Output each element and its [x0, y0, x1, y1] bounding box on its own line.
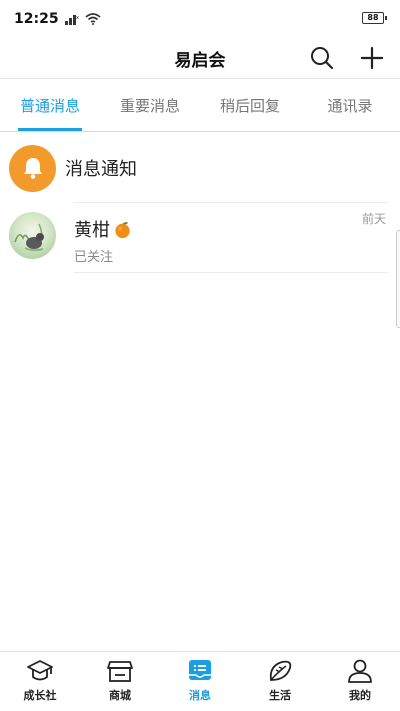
- chat-list-item[interactable]: 黄柑 已关注 前天: [0, 206, 400, 270]
- status-time: 12:25: [14, 11, 59, 27]
- message-tabs: 普通消息 重要消息 稍后回复 通讯录: [0, 78, 400, 132]
- screen: 12:25 x 88 易启会 普通消息 重要消息 稍后回复 通讯录 消息通知 黄…: [0, 0, 400, 711]
- tab-reply-later[interactable]: 稍后回复: [200, 79, 300, 131]
- svg-text:x: x: [76, 15, 79, 21]
- chat-name: 黄柑: [74, 216, 132, 242]
- avatar: [9, 212, 56, 259]
- graduation-cap-icon: [27, 660, 53, 681]
- nav-label: 成长社: [23, 689, 57, 702]
- nav-item-mall[interactable]: 商城: [80, 652, 160, 711]
- orange-icon: [115, 221, 130, 238]
- plus-icon[interactable]: [356, 42, 388, 74]
- chat-timestamp: 前天: [361, 212, 386, 226]
- user-icon: [348, 659, 372, 683]
- nav-label: 商城: [109, 689, 131, 702]
- notification-label: 消息通知: [65, 159, 137, 180]
- chat-status: 已关注: [74, 250, 114, 265]
- nav-item-messages[interactable]: 消息: [160, 652, 240, 711]
- tab-important-messages[interactable]: 重要消息: [100, 79, 200, 131]
- nav-label: 消息: [189, 689, 211, 702]
- nav-item-growth[interactable]: 成长社: [0, 652, 80, 711]
- wifi-icon: [85, 13, 101, 25]
- tab-contacts[interactable]: 通讯录: [300, 79, 400, 131]
- chat-name-text: 黄柑: [74, 220, 110, 241]
- notification-row[interactable]: 消息通知: [0, 140, 400, 196]
- bottom-nav: 成长社 商城 消息 生活 我的: [0, 651, 400, 711]
- battery-icon: 88: [362, 12, 387, 24]
- page-title: 易启会: [174, 50, 226, 71]
- message-icon: [189, 660, 211, 680]
- search-icon[interactable]: [306, 42, 338, 74]
- divider: [74, 202, 388, 203]
- nav-label: 生活: [269, 689, 291, 702]
- signal-icon: x: [64, 15, 79, 25]
- status-icons: x: [64, 13, 101, 25]
- status-bar: 12:25 x 88: [0, 0, 400, 38]
- store-icon: [107, 661, 133, 682]
- divider: [74, 272, 388, 273]
- app-header: 易启会: [0, 38, 400, 78]
- leaf-icon: [269, 660, 292, 681]
- tab-normal-messages[interactable]: 普通消息: [0, 79, 100, 131]
- side-drawer-handle[interactable]: [396, 230, 400, 328]
- bell-icon: [9, 144, 56, 192]
- nav-label: 我的: [349, 689, 371, 702]
- nav-item-life[interactable]: 生活: [240, 652, 320, 711]
- nav-item-me[interactable]: 我的: [320, 652, 400, 711]
